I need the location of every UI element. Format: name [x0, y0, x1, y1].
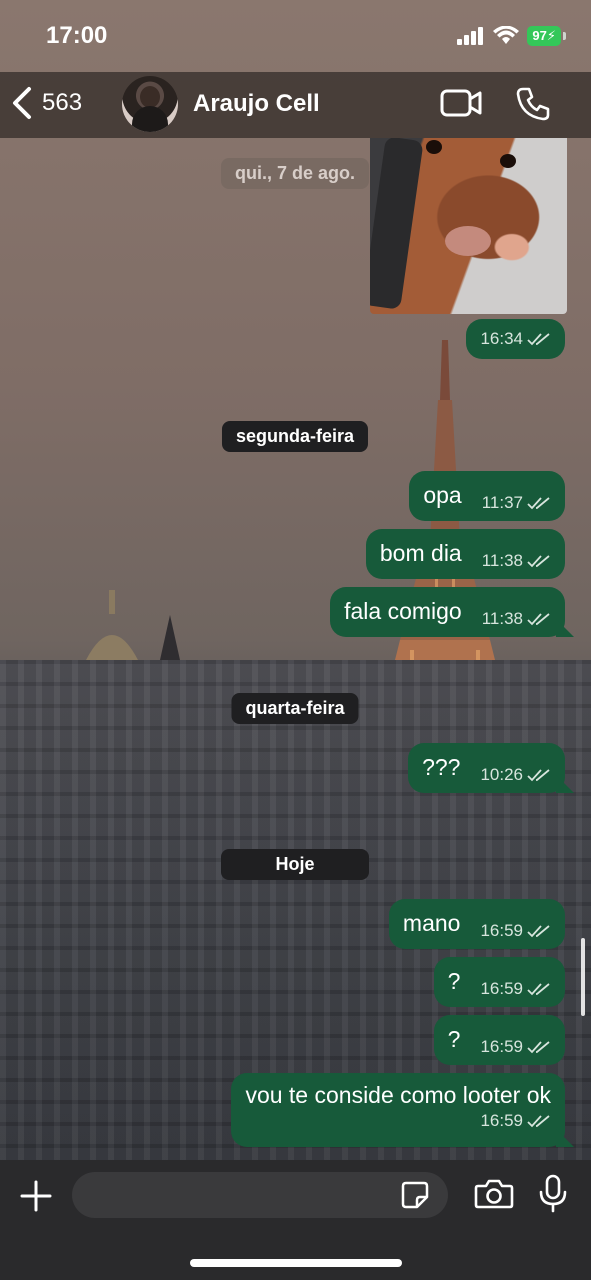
- message-text: vou te conside como looter ok: [245, 1082, 551, 1108]
- message-time: 11:37: [481, 493, 523, 512]
- photo-nose: [445, 226, 491, 256]
- microphone-icon[interactable]: [538, 1174, 568, 1214]
- double-check-icon: [527, 983, 550, 996]
- double-check-icon: [527, 613, 550, 626]
- message-bubble[interactable]: bom dia 11:38: [365, 529, 565, 579]
- plus-icon[interactable]: [18, 1178, 54, 1214]
- message-bubble[interactable]: ??? 10:26: [408, 743, 565, 793]
- message-bubble[interactable]: ? 16:59: [433, 1015, 565, 1065]
- message-time: 16:59: [480, 1111, 523, 1130]
- message-time: 16:59: [480, 921, 523, 940]
- chat-messages[interactable]: qui., 7 de ago. 16:34 segunda-feira opa …: [0, 138, 591, 1160]
- back-button[interactable]: 563: [10, 86, 82, 120]
- message-time: 16:59: [480, 979, 523, 998]
- charging-bolt-icon: ⚡: [546, 28, 556, 43]
- double-check-icon: [527, 1115, 550, 1128]
- contact-name[interactable]: Araujo Cell: [193, 90, 320, 118]
- message-text: ?: [447, 968, 461, 994]
- message-meta: 11:38: [482, 609, 551, 629]
- double-check-icon: [527, 333, 550, 346]
- message-meta: 16:59: [480, 1037, 551, 1057]
- message-text: fala comigo: [344, 598, 462, 624]
- message-meta: 16:59: [480, 979, 551, 999]
- date-separator: qui., 7 de ago.: [220, 158, 370, 189]
- message-time: 16:34: [480, 329, 523, 348]
- status-icons: 97⚡: [457, 26, 566, 46]
- battery-level: 97: [532, 28, 547, 43]
- chevron-left-icon: [13, 87, 31, 119]
- message-bubble[interactable]: vou te conside como looter ok 16:59: [231, 1073, 565, 1147]
- message-bubble[interactable]: ? 16:59: [433, 957, 565, 1007]
- camera-icon[interactable]: [474, 1178, 514, 1210]
- double-check-icon: [527, 1041, 550, 1054]
- message-meta: 16:59: [480, 921, 551, 941]
- double-check-icon: [527, 769, 550, 782]
- status-time: 17:00: [46, 22, 108, 49]
- message-text: mano: [402, 910, 461, 936]
- date-separator: Hoje: [221, 849, 369, 880]
- message-meta: 16:59: [480, 1111, 551, 1131]
- message-meta: 10:26: [480, 765, 551, 785]
- message-text: bom dia: [379, 540, 462, 566]
- message-meta: 16:34: [480, 329, 551, 349]
- message-bubble[interactable]: fala comigo 11:38: [330, 587, 565, 637]
- message-input[interactable]: [72, 1172, 448, 1218]
- battery-indicator: 97⚡: [527, 26, 566, 46]
- contact-avatar[interactable]: [122, 76, 178, 132]
- unread-count: 563: [42, 89, 83, 116]
- date-separator: segunda-feira: [221, 421, 369, 452]
- message-text: ???: [422, 754, 461, 780]
- photo-phone-shape: [370, 138, 424, 310]
- photo-timestamp-bubble: 16:34: [466, 319, 565, 359]
- message-time: 10:26: [480, 765, 523, 784]
- home-indicator[interactable]: [190, 1259, 402, 1267]
- double-check-icon: [527, 555, 550, 568]
- wifi-icon: [493, 26, 520, 44]
- message-time: 16:59: [480, 1037, 523, 1056]
- phone-call-icon[interactable]: [515, 86, 551, 122]
- status-bar: 17:00 97⚡: [0, 0, 591, 72]
- message-text: ?: [447, 1026, 461, 1052]
- photo-eye-right: [500, 154, 516, 168]
- message-bubble[interactable]: mano 16:59: [388, 899, 565, 949]
- double-check-icon: [527, 497, 550, 510]
- chat-header: 563 Araujo Cell: [0, 72, 591, 138]
- video-call-icon[interactable]: [440, 88, 482, 118]
- message-text: opa: [423, 482, 462, 508]
- message-meta: 11:38: [482, 551, 551, 571]
- photo-message[interactable]: [370, 138, 567, 314]
- message-time: 11:38: [481, 551, 523, 570]
- scrollbar[interactable]: [581, 938, 585, 1016]
- message-time: 11:38: [481, 609, 523, 628]
- double-check-icon: [527, 925, 550, 938]
- message-meta: 11:37: [482, 493, 551, 513]
- sticker-icon[interactable]: [400, 1180, 430, 1210]
- date-separator: quarta-feira: [231, 693, 359, 724]
- photo-eye-left: [426, 140, 442, 154]
- message-bubble[interactable]: opa 11:37: [409, 471, 565, 521]
- signal-icon: [457, 27, 484, 45]
